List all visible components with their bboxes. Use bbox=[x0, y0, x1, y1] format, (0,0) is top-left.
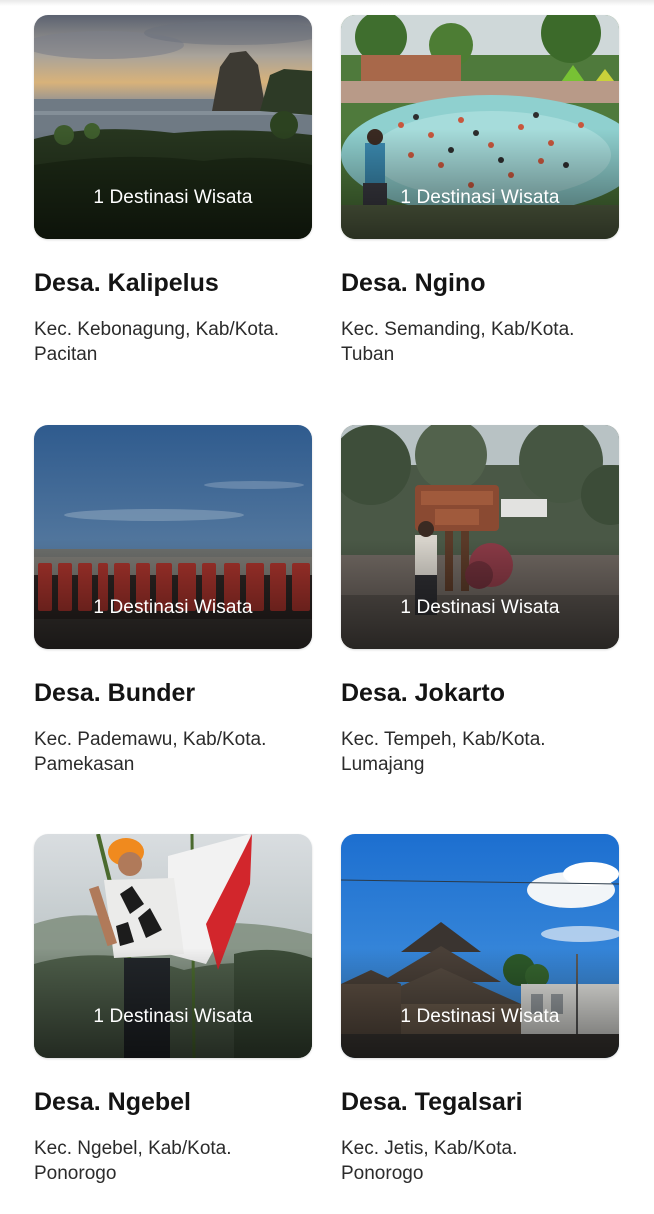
thumbnail-gradient bbox=[34, 948, 312, 1058]
destination-count-label: 1 Destinasi Wisata bbox=[400, 597, 560, 618]
location-district: Kec. Jetis, Kab/Kota. bbox=[341, 1138, 518, 1159]
location-regency: Pacitan bbox=[34, 344, 98, 365]
village-thumbnail[interactable]: 1 Destinasi Wisata bbox=[341, 425, 619, 649]
village-name[interactable]: Desa. Ngino bbox=[341, 269, 485, 298]
location-regency: Ponorogo bbox=[34, 1163, 117, 1184]
village-card-ngino[interactable]: 1 Destinasi Wisata Desa. Ngino Kec. Sema… bbox=[341, 15, 619, 395]
village-location: Kec. Jetis, Kab/Kota. Ponorogo bbox=[341, 1136, 621, 1186]
village-location: Kec. Tempeh, Kab/Kota. Lumajang bbox=[341, 727, 621, 777]
village-name[interactable]: Desa. Kalipelus bbox=[34, 269, 219, 298]
thumbnail-gradient bbox=[341, 948, 619, 1058]
village-location: Kec. Kebonagung, Kab/Kota. Pacitan bbox=[34, 317, 314, 367]
village-location: Kec. Pademawu, Kab/Kota. Pamekasan bbox=[34, 727, 314, 777]
location-district: Kec. Pademawu, Kab/Kota. bbox=[34, 729, 267, 750]
village-name[interactable]: Desa. Bunder bbox=[34, 679, 195, 708]
village-name[interactable]: Desa. Tegalsari bbox=[341, 1088, 523, 1117]
location-district: Kec. Tempeh, Kab/Kota. bbox=[341, 729, 546, 750]
village-grid: 1 Destinasi Wisata Desa. Kalipelus Kec. … bbox=[0, 0, 654, 1200]
location-regency: Tuban bbox=[341, 344, 395, 365]
village-location: Kec. Semanding, Kab/Kota. Tuban bbox=[341, 317, 621, 367]
destination-count-label: 1 Destinasi Wisata bbox=[400, 1006, 560, 1027]
destination-count-label: 1 Destinasi Wisata bbox=[93, 597, 253, 618]
village-thumbnail[interactable]: 1 Destinasi Wisata bbox=[34, 834, 312, 1058]
destination-count-label: 1 Destinasi Wisata bbox=[93, 1006, 253, 1027]
location-district: Kec. Kebonagung, Kab/Kota. bbox=[34, 319, 280, 340]
village-thumbnail[interactable]: 1 Destinasi Wisata bbox=[341, 834, 619, 1058]
village-card-jokarto[interactable]: 1 Destinasi Wisata Desa. Jokarto Kec. Te… bbox=[341, 425, 619, 805]
destination-count-label: 1 Destinasi Wisata bbox=[400, 187, 560, 208]
village-card-ngebel[interactable]: 1 Destinasi Wisata Desa. Ngebel Kec. Nge… bbox=[34, 834, 312, 1214]
thumbnail-gradient bbox=[341, 129, 619, 239]
location-regency: Lumajang bbox=[341, 754, 425, 775]
location-district: Kec. Semanding, Kab/Kota. bbox=[341, 319, 575, 340]
location-regency: Ponorogo bbox=[341, 1163, 424, 1184]
thumbnail-gradient bbox=[34, 129, 312, 239]
village-thumbnail[interactable]: 1 Destinasi Wisata bbox=[34, 15, 312, 239]
village-name[interactable]: Desa. Ngebel bbox=[34, 1088, 191, 1117]
destination-count-label: 1 Destinasi Wisata bbox=[93, 187, 253, 208]
village-location: Kec. Ngebel, Kab/Kota. Ponorogo bbox=[34, 1136, 314, 1186]
village-thumbnail[interactable]: 1 Destinasi Wisata bbox=[34, 425, 312, 649]
village-card-kalipelus[interactable]: 1 Destinasi Wisata Desa. Kalipelus Kec. … bbox=[34, 15, 312, 395]
village-card-bunder[interactable]: 1 Destinasi Wisata Desa. Bunder Kec. Pad… bbox=[34, 425, 312, 805]
thumbnail-gradient bbox=[34, 539, 312, 649]
location-regency: Pamekasan bbox=[34, 754, 135, 775]
village-thumbnail[interactable]: 1 Destinasi Wisata bbox=[341, 15, 619, 239]
thumbnail-gradient bbox=[341, 539, 619, 649]
village-card-tegalsari[interactable]: 1 Destinasi Wisata Desa. Tegalsari Kec. … bbox=[341, 834, 619, 1214]
village-name[interactable]: Desa. Jokarto bbox=[341, 679, 505, 708]
location-district: Kec. Ngebel, Kab/Kota. bbox=[34, 1138, 232, 1159]
